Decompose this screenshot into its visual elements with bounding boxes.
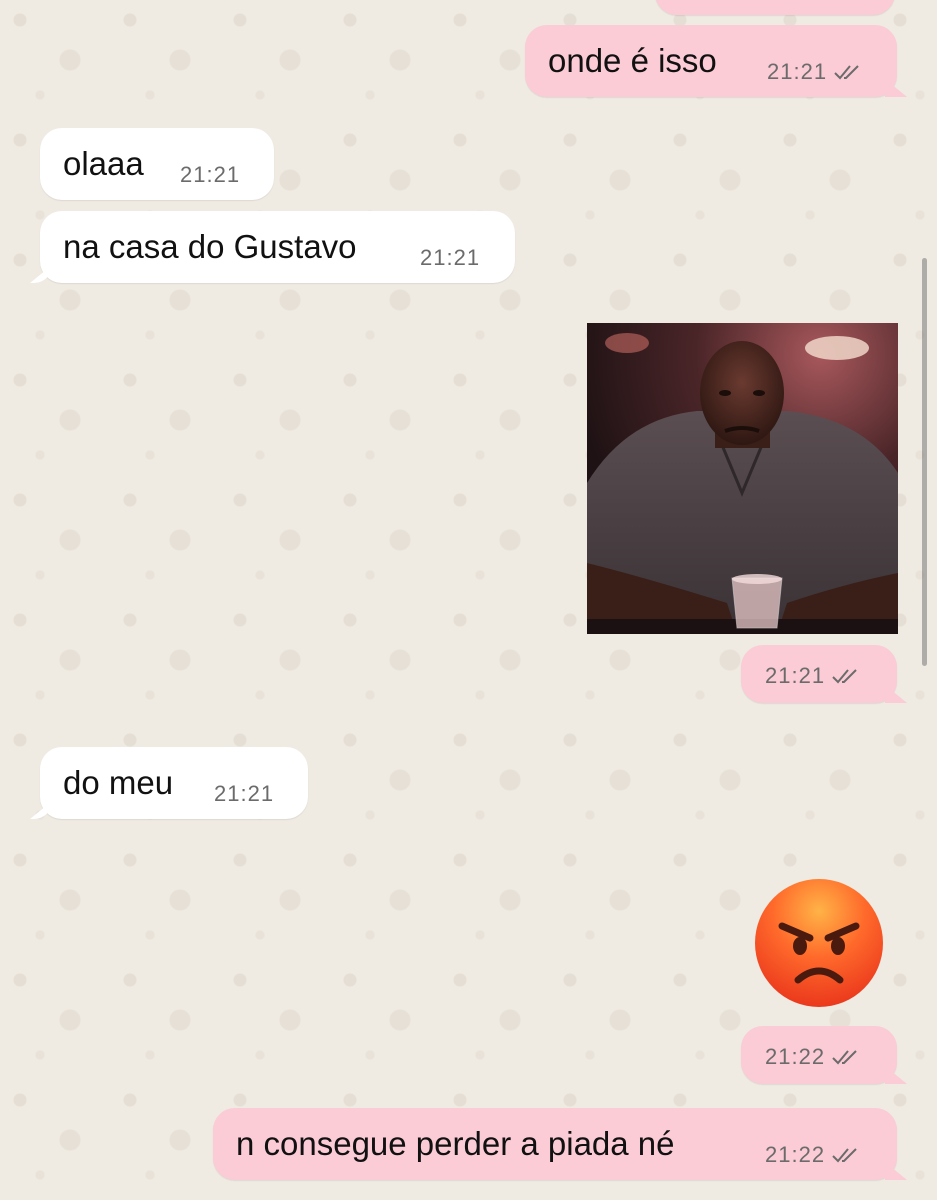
message-time: 21:21: [180, 162, 241, 187]
message-bubble-outgoing[interactable]: onde é isso 21:21: [525, 25, 897, 97]
double-check-icon: [833, 64, 863, 80]
message-bubble-outgoing[interactable]: n consegue perder a piada né 21:22: [213, 1108, 897, 1180]
message-bubble-incoming[interactable]: olaaa 21:21: [40, 128, 274, 200]
message-time: 21:22: [765, 1044, 826, 1069]
message-text: do meu: [63, 764, 174, 801]
message-text: onde é isso: [548, 42, 717, 79]
message-meta: 21:21: [180, 162, 240, 188]
message-meta: 21:22: [765, 1142, 861, 1168]
message-bubble-outgoing[interactable]: 21:21: [741, 645, 897, 703]
angry-face-emoji[interactable]: [752, 876, 886, 1010]
message-bubble-incoming[interactable]: do meu 21:21: [40, 747, 308, 819]
message-time: 21:21: [214, 781, 275, 806]
chat-scrollbar[interactable]: [922, 258, 927, 666]
message-bubble-outgoing[interactable]: 21:22: [741, 1026, 897, 1084]
message-bubble-partial[interactable]: [655, 0, 895, 15]
message-time: 21:21: [767, 59, 828, 84]
message-meta: 21:21: [765, 663, 861, 689]
message-time: 21:21: [420, 245, 481, 270]
double-check-icon: [831, 1147, 861, 1163]
message-text: n consegue perder a piada né: [236, 1125, 675, 1162]
message-meta: 21:21: [767, 59, 863, 85]
message-meta: 21:21: [214, 781, 274, 807]
message-bubble-incoming[interactable]: na casa do Gustavo 21:21: [40, 211, 515, 283]
chat-message-list[interactable]: onde é isso 21:21 olaaa 21:21 na casa do…: [0, 0, 937, 1200]
double-check-icon: [831, 1049, 861, 1065]
photo-man-holding-plastic-cup: [587, 323, 898, 634]
double-check-icon: [831, 668, 861, 684]
message-time: 21:21: [765, 663, 826, 688]
shared-photo[interactable]: [587, 323, 898, 634]
message-text: olaaa: [63, 145, 144, 182]
message-meta: 21:22: [765, 1044, 861, 1070]
message-text: na casa do Gustavo: [63, 228, 357, 265]
message-time: 21:22: [765, 1142, 826, 1167]
message-meta: 21:21: [420, 245, 480, 271]
